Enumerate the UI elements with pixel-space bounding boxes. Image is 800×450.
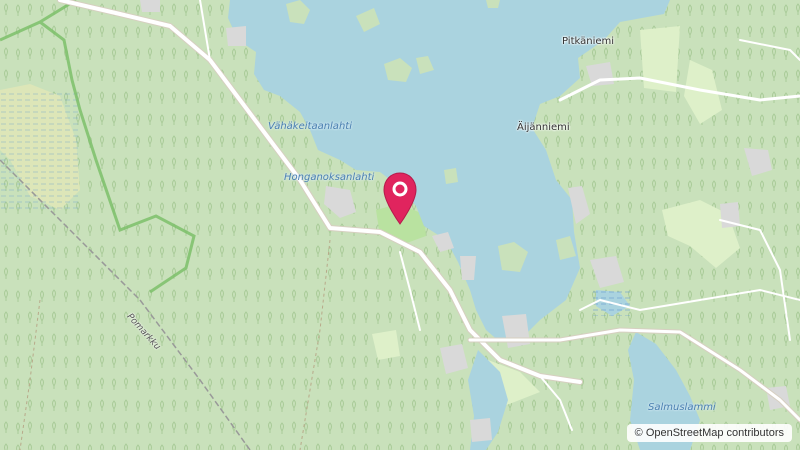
residential-area [226,26,246,46]
residential-area [470,418,492,442]
island [486,0,500,8]
water-label-vahakeitaanlahti: Vähäkeitaanlahti [268,121,352,132]
copyright-symbol: © [634,427,643,439]
residential-area [140,0,160,12]
island [444,168,458,184]
marsh-area [0,90,80,210]
place-label-pitkaniemi: Pitkäniemi [562,36,615,47]
attribution-link[interactable]: OpenStreetMap contributors [646,427,784,439]
water-label-honganoksanlahti: Honganoksanlahti [284,172,375,183]
map-attribution: © OpenStreetMap contributors [626,424,792,442]
map-canvas[interactable]: Pitkäniemi Äijänniemi Vähäkeitaanlahti H… [0,0,800,450]
water-label-salmuslammi: Salmuslammi [648,402,716,413]
location-marker-icon[interactable] [380,170,420,226]
place-label-aijanniemi: Äijänniemi [517,122,570,133]
residential-area [460,256,476,280]
